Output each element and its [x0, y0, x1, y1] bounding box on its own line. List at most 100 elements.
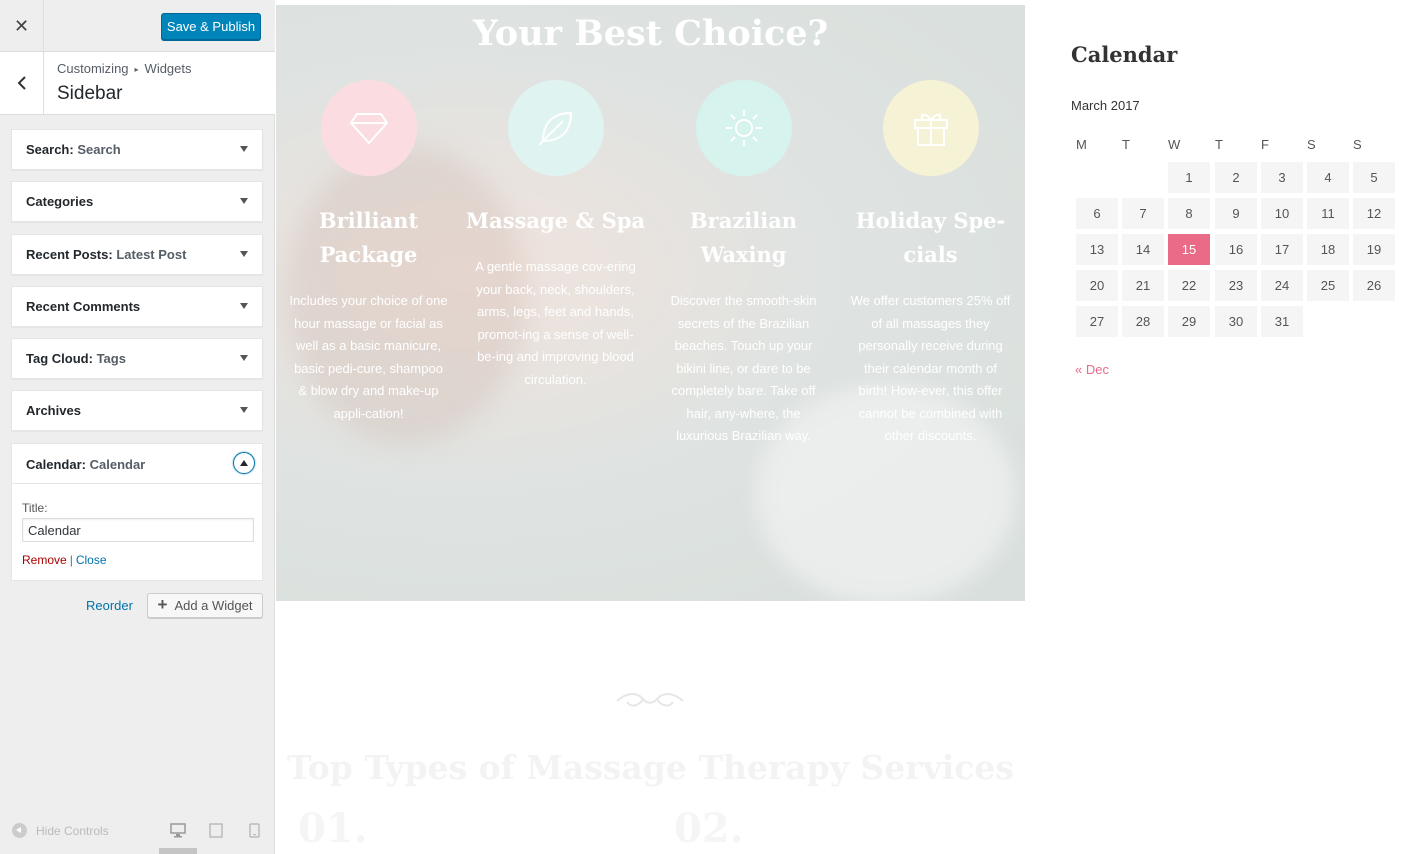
- hero-heading: Your Best Choice?: [472, 13, 829, 54]
- calendar-caption: March 2017: [1071, 98, 1140, 113]
- collapse-arrow-icon[interactable]: [233, 452, 255, 474]
- widget-recent-comments[interactable]: Recent Comments: [11, 286, 263, 327]
- service-icon-circle: [695, 80, 792, 176]
- desktop-preview-icon[interactable]: [170, 823, 186, 838]
- weekday-header: S: [1353, 137, 1362, 152]
- widget-title: Archives: [26, 403, 81, 418]
- widget-categories[interactable]: Categories: [11, 181, 263, 222]
- expand-arrow-icon[interactable]: [240, 251, 248, 257]
- calendar-day[interactable]: 1: [1168, 162, 1210, 193]
- calendar-day[interactable]: 27: [1076, 306, 1118, 337]
- widget-colon: :: [69, 142, 74, 157]
- calendar-day[interactable]: 28: [1122, 306, 1164, 337]
- sun-icon: [725, 110, 762, 146]
- hide-controls-label: Hide Controls: [36, 823, 109, 838]
- weekday-header: F: [1261, 137, 1269, 152]
- title-input[interactable]: [22, 518, 254, 542]
- save-publish-button[interactable]: Save & Publish: [161, 13, 261, 40]
- widget-actions: Remove | Close: [22, 553, 107, 567]
- widget-title: Recent Comments: [26, 299, 140, 314]
- calendar-day[interactable]: 4: [1307, 162, 1349, 193]
- weekday-header: S: [1307, 137, 1316, 152]
- reorder-link[interactable]: Reorder: [86, 598, 133, 613]
- calendar-day[interactable]: 3: [1261, 162, 1303, 193]
- calendar-day[interactable]: 20: [1076, 270, 1118, 301]
- widget-search[interactable]: Search: Search: [11, 129, 263, 170]
- calendar-day[interactable]: 13: [1076, 234, 1118, 265]
- service-icon-circle: [320, 80, 417, 176]
- expand-arrow-icon[interactable]: [240, 198, 248, 204]
- previous-month-link[interactable]: « Dec: [1075, 362, 1109, 377]
- calendar-day[interactable]: 29: [1168, 306, 1210, 337]
- breadcrumb-parent: Widgets: [144, 61, 192, 76]
- service-title: Massage & Spa: [465, 208, 646, 233]
- calendar-day[interactable]: 2: [1215, 162, 1257, 193]
- close-widget-link[interactable]: Close: [76, 553, 107, 567]
- customizer-header: ✕ Save & Publish: [0, 0, 275, 52]
- calendar-day[interactable]: 23: [1215, 270, 1257, 301]
- widget-recent-posts[interactable]: Recent Posts: Latest Post: [11, 234, 263, 275]
- widget-title: Search: Search: [26, 142, 121, 157]
- expand-arrow-icon[interactable]: [240, 303, 248, 309]
- add-widget-button[interactable]: + Add a Widget: [147, 593, 263, 618]
- mobile-preview-icon[interactable]: [249, 823, 260, 838]
- calendar-day[interactable]: 24: [1261, 270, 1303, 301]
- widget-tag-cloud[interactable]: Tag Cloud: Tags: [11, 338, 263, 379]
- expand-arrow-icon[interactable]: [240, 407, 248, 413]
- service-card: Brilliant Package Includes your choice o…: [276, 80, 461, 425]
- calendar-day[interactable]: 16: [1215, 234, 1257, 265]
- calendar-day[interactable]: 10: [1261, 198, 1303, 229]
- widget-name: Recent Posts: [26, 247, 109, 262]
- back-button[interactable]: [0, 52, 44, 114]
- calendar-day[interactable]: 26: [1353, 270, 1395, 301]
- calendar-day[interactable]: 11: [1307, 198, 1349, 229]
- tablet-preview-icon[interactable]: [209, 823, 223, 838]
- calendar-day[interactable]: 8: [1168, 198, 1210, 229]
- breadcrumb-root: Customizing: [57, 61, 129, 76]
- title-field-label: Title:: [22, 501, 48, 515]
- calendar-day[interactable]: 5: [1353, 162, 1395, 193]
- calendar-day[interactable]: 31: [1261, 306, 1303, 337]
- weekday-header: T: [1215, 137, 1223, 152]
- calendar-day-today[interactable]: 15: [1168, 234, 1210, 265]
- calendar-widget: Calendar March 2017 M T W T F S S 1 2 3 4 5 6 7 8 9 10 11…: [1071, 0, 1411, 420]
- calendar-day[interactable]: 9: [1215, 198, 1257, 229]
- service-description: Includes your choice of one hour massage…: [289, 293, 448, 421]
- service-title: Holiday Spe-cials: [855, 208, 1006, 267]
- calendar-day[interactable]: 7: [1122, 198, 1164, 229]
- calendar-day[interactable]: 14: [1122, 234, 1164, 265]
- weekday-header: M: [1076, 137, 1087, 152]
- section-header: Customizing ▸ Widgets Sidebar: [0, 52, 275, 115]
- calendar-day[interactable]: 18: [1307, 234, 1349, 265]
- action-separator: |: [69, 553, 73, 567]
- widget-title: Categories: [26, 194, 93, 209]
- expand-arrow-icon[interactable]: [240, 146, 248, 152]
- calendar-day[interactable]: 30: [1215, 306, 1257, 337]
- close-customizer-button[interactable]: ✕: [0, 0, 44, 52]
- calendar-day[interactable]: 17: [1261, 234, 1303, 265]
- customizer-footer: Hide Controls: [0, 815, 275, 854]
- service-title: Brilliant Package: [318, 208, 419, 267]
- widget-subtitle: Latest Post: [116, 247, 187, 262]
- widget-subtitle: Tags: [96, 351, 126, 366]
- add-widget-label: Add a Widget: [174, 598, 253, 613]
- calendar-day[interactable]: 25: [1307, 270, 1349, 301]
- remove-widget-link[interactable]: Remove: [22, 553, 67, 567]
- widget-colon: :: [81, 457, 86, 472]
- gift-icon: [913, 113, 948, 146]
- widget-calendar-header[interactable]: Calendar: Calendar: [12, 444, 262, 484]
- widget-name: Search: [26, 142, 70, 157]
- calendar-day[interactable]: 6: [1076, 198, 1118, 229]
- section-heading: Top Types of Massage Therapy Services: [287, 748, 1014, 787]
- calendar-day[interactable]: 21: [1122, 270, 1164, 301]
- expand-arrow-icon[interactable]: [240, 355, 248, 361]
- widget-archives[interactable]: Archives: [11, 390, 263, 431]
- list-number: 01.: [298, 805, 368, 852]
- widget-name: Recent Comments: [26, 299, 141, 314]
- calendar-day[interactable]: 12: [1353, 198, 1395, 229]
- collapse-sidebar-icon: [12, 823, 27, 838]
- calendar-day[interactable]: 19: [1353, 234, 1395, 265]
- calendar-day[interactable]: 22: [1168, 270, 1210, 301]
- widget-name: Categories: [26, 194, 94, 209]
- hide-controls-button[interactable]: Hide Controls: [12, 823, 109, 838]
